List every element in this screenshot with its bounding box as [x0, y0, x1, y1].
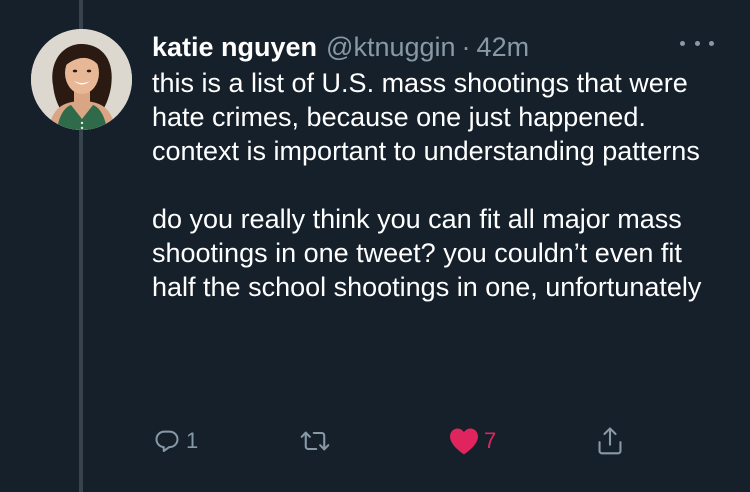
tweet-paragraph: this is a list of U.S. mass shootings th…	[152, 68, 700, 166]
avatar-photo	[31, 29, 132, 130]
action-bar: 1 7	[152, 423, 652, 459]
reply-icon	[155, 430, 179, 452]
retweet-button[interactable]	[299, 423, 335, 459]
avatar[interactable]	[31, 29, 132, 130]
share-icon	[598, 427, 622, 455]
reply-button[interactable]: 1	[152, 423, 198, 459]
author-name[interactable]: katie nguyen	[152, 30, 317, 64]
more-dot	[680, 40, 685, 46]
like-button[interactable]: 7	[448, 423, 496, 459]
more-dot	[694, 40, 700, 46]
timestamp[interactable]: 42m	[477, 30, 530, 64]
more-dot	[709, 40, 714, 46]
tweet[interactable]: katie nguyen @ktnuggin · 42m this is a l…	[0, 0, 750, 492]
retweet-icon	[300, 431, 330, 451]
like-count: 7	[484, 428, 497, 453]
share-button[interactable]	[595, 423, 625, 459]
reply-count: 1	[186, 428, 199, 453]
more-options-icon[interactable]	[680, 36, 714, 50]
tweet-paragraph: do you really think you can fit all majo…	[152, 204, 702, 302]
separator-dot: ·	[461, 32, 471, 62]
heart-icon	[450, 428, 478, 455]
tweet-text: this is a list of U.S. mass shootings th…	[152, 66, 732, 304]
author-handle[interactable]: @ktnuggin	[326, 30, 456, 64]
tweet-header: katie nguyen @ktnuggin · 42m	[152, 30, 529, 64]
